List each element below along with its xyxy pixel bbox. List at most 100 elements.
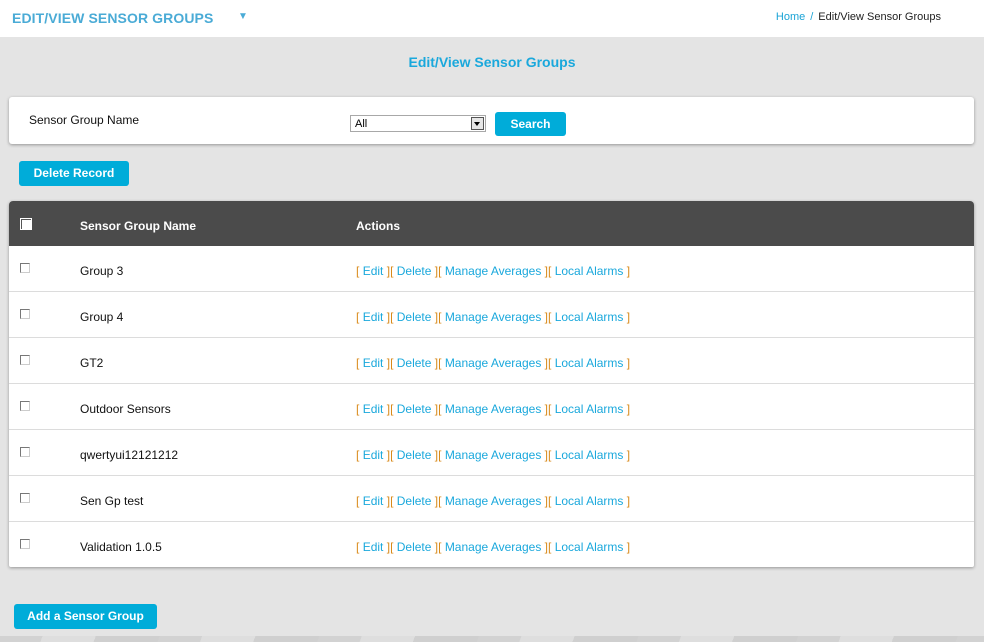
sensor-group-name: Outdoor Sensors xyxy=(80,402,171,416)
page-title: Edit/View Sensor Groups xyxy=(408,54,576,70)
manage-averages-link[interactable]: Manage Averages xyxy=(445,448,542,462)
bracket: [ xyxy=(356,264,360,278)
bracket: ] xyxy=(626,356,631,370)
bracket: ] xyxy=(626,494,631,508)
bracket: [ xyxy=(390,356,394,370)
bracket: ] xyxy=(626,448,631,462)
bracket: [ xyxy=(548,356,552,370)
bracket: [ xyxy=(548,494,552,508)
caret-down-icon[interactable]: ▼ xyxy=(238,11,248,22)
local-alarms-link[interactable]: Local Alarms xyxy=(555,402,624,416)
edit-link[interactable]: Edit xyxy=(363,264,384,278)
row-checkbox[interactable] xyxy=(20,401,30,411)
delete-link[interactable]: Delete xyxy=(397,402,432,416)
sensor-group-select[interactable]: All xyxy=(350,115,486,132)
row-checkbox[interactable] xyxy=(20,539,30,549)
bracket: [ xyxy=(548,264,552,278)
bracket: [ xyxy=(438,310,442,324)
add-sensor-group-button[interactable]: Add a Sensor Group xyxy=(14,604,157,629)
bracket: [ xyxy=(548,448,552,462)
row-checkbox[interactable] xyxy=(20,447,30,457)
bracket: [ xyxy=(356,356,360,370)
delete-record-button[interactable]: Delete Record xyxy=(19,161,129,186)
manage-averages-link[interactable]: Manage Averages xyxy=(445,356,542,370)
row-checkbox[interactable] xyxy=(20,493,30,503)
manage-averages-link[interactable]: Manage Averages xyxy=(445,264,542,278)
table-row: Validation 1.0.5 [ Edit ][ Delete ][ Man… xyxy=(9,521,974,567)
row-checkbox[interactable] xyxy=(20,263,30,273)
breadcrumb-home-link[interactable]: Home xyxy=(776,11,805,23)
bracket: [ xyxy=(356,310,360,324)
bracket: [ xyxy=(438,540,442,554)
edit-link[interactable]: Edit xyxy=(363,402,384,416)
edit-link[interactable]: Edit xyxy=(363,310,384,324)
manage-averages-link[interactable]: Manage Averages xyxy=(445,540,542,554)
column-header-actions: Actions xyxy=(356,219,401,233)
manage-averages-link[interactable]: Manage Averages xyxy=(445,310,542,324)
row-actions: [ Edit ][ Delete ][ Manage Averages ][ L… xyxy=(356,264,630,278)
bracket: [ xyxy=(390,264,394,278)
local-alarms-link[interactable]: Local Alarms xyxy=(555,494,624,508)
row-actions: [ Edit ][ Delete ][ Manage Averages ][ L… xyxy=(356,356,630,370)
table-row: Group 4 [ Edit ][ Delete ][ Manage Avera… xyxy=(9,291,974,337)
bracket: ] xyxy=(626,402,631,416)
bracket: ] xyxy=(626,540,631,554)
row-checkbox[interactable] xyxy=(20,355,30,365)
top-bar: EDIT/VIEW SENSOR GROUPS ▼ Home / Edit/View… xyxy=(0,0,984,37)
bracket: [ xyxy=(390,494,394,508)
edit-link[interactable]: Edit xyxy=(363,356,384,370)
bracket: [ xyxy=(438,448,442,462)
breadcrumb-separator: / xyxy=(810,11,814,23)
dropdown-arrow-icon[interactable] xyxy=(471,117,484,130)
sensor-group-name: Sen Gp test xyxy=(80,494,144,508)
footer-strip xyxy=(0,636,984,642)
bracket: [ xyxy=(548,540,552,554)
bracket: ] xyxy=(626,264,631,278)
manage-averages-link[interactable]: Manage Averages xyxy=(445,494,542,508)
sensor-group-name: qwertyui12121212 xyxy=(80,448,179,462)
bracket: [ xyxy=(438,356,442,370)
table-row: qwertyui12121212 [ Edit ][ Delete ][ Man… xyxy=(9,429,974,475)
sensor-group-name: Validation 1.0.5 xyxy=(80,540,162,554)
local-alarms-link[interactable]: Local Alarms xyxy=(555,310,624,324)
bracket: [ xyxy=(390,540,394,554)
delete-link[interactable]: Delete xyxy=(397,540,432,554)
local-alarms-link[interactable]: Local Alarms xyxy=(555,540,624,554)
delete-link[interactable]: Delete xyxy=(397,356,432,370)
bracket: ] xyxy=(626,310,631,324)
search-panel: Sensor Group Name All Search xyxy=(9,97,974,144)
sensor-group-name: Group 4 xyxy=(80,310,124,324)
delete-link[interactable]: Delete xyxy=(397,494,432,508)
row-actions: [ Edit ][ Delete ][ Manage Averages ][ L… xyxy=(356,402,630,416)
delete-link[interactable]: Delete xyxy=(397,310,432,324)
bracket: [ xyxy=(438,494,442,508)
local-alarms-link[interactable]: Local Alarms xyxy=(555,448,624,462)
delete-link[interactable]: Delete xyxy=(397,448,432,462)
local-alarms-link[interactable]: Local Alarms xyxy=(555,264,624,278)
edit-link[interactable]: Edit xyxy=(363,540,384,554)
bracket: [ xyxy=(356,540,360,554)
breadcrumb-current: Edit/View Sensor Groups xyxy=(818,11,941,23)
sensor-group-name: Group 3 xyxy=(80,264,124,278)
bracket: [ xyxy=(356,494,360,508)
delete-link[interactable]: Delete xyxy=(397,264,432,278)
sensor-group-name: GT2 xyxy=(80,356,104,370)
bracket: [ xyxy=(390,448,394,462)
row-actions: [ Edit ][ Delete ][ Manage Averages ][ L… xyxy=(356,310,630,324)
table-body: Group 3 [ Edit ] [ Delete ] [ Manage Avera… xyxy=(9,246,974,567)
bracket: [ xyxy=(390,402,394,416)
bracket: [ xyxy=(438,264,442,278)
manage-averages-link[interactable]: Manage Averages xyxy=(445,402,542,416)
edit-link[interactable]: Edit xyxy=(363,448,384,462)
column-header-name: Sensor Group Name xyxy=(80,219,197,233)
bracket: [ xyxy=(548,402,552,416)
search-button[interactable]: Search xyxy=(495,112,566,136)
edit-link[interactable]: Edit xyxy=(363,494,384,508)
sensor-group-name-label: Sensor Group Name xyxy=(29,113,140,127)
local-alarms-link[interactable]: Local Alarms xyxy=(555,356,624,370)
table-row: Sen Gp test [ Edit ][ Delete ][ Manage A… xyxy=(9,475,974,521)
bracket: [ xyxy=(438,402,442,416)
select-all-checkbox[interactable] xyxy=(20,218,32,230)
row-checkbox[interactable] xyxy=(20,309,30,319)
row-actions: [ Edit ][ Delete ][ Manage Averages ][ L… xyxy=(356,540,630,554)
